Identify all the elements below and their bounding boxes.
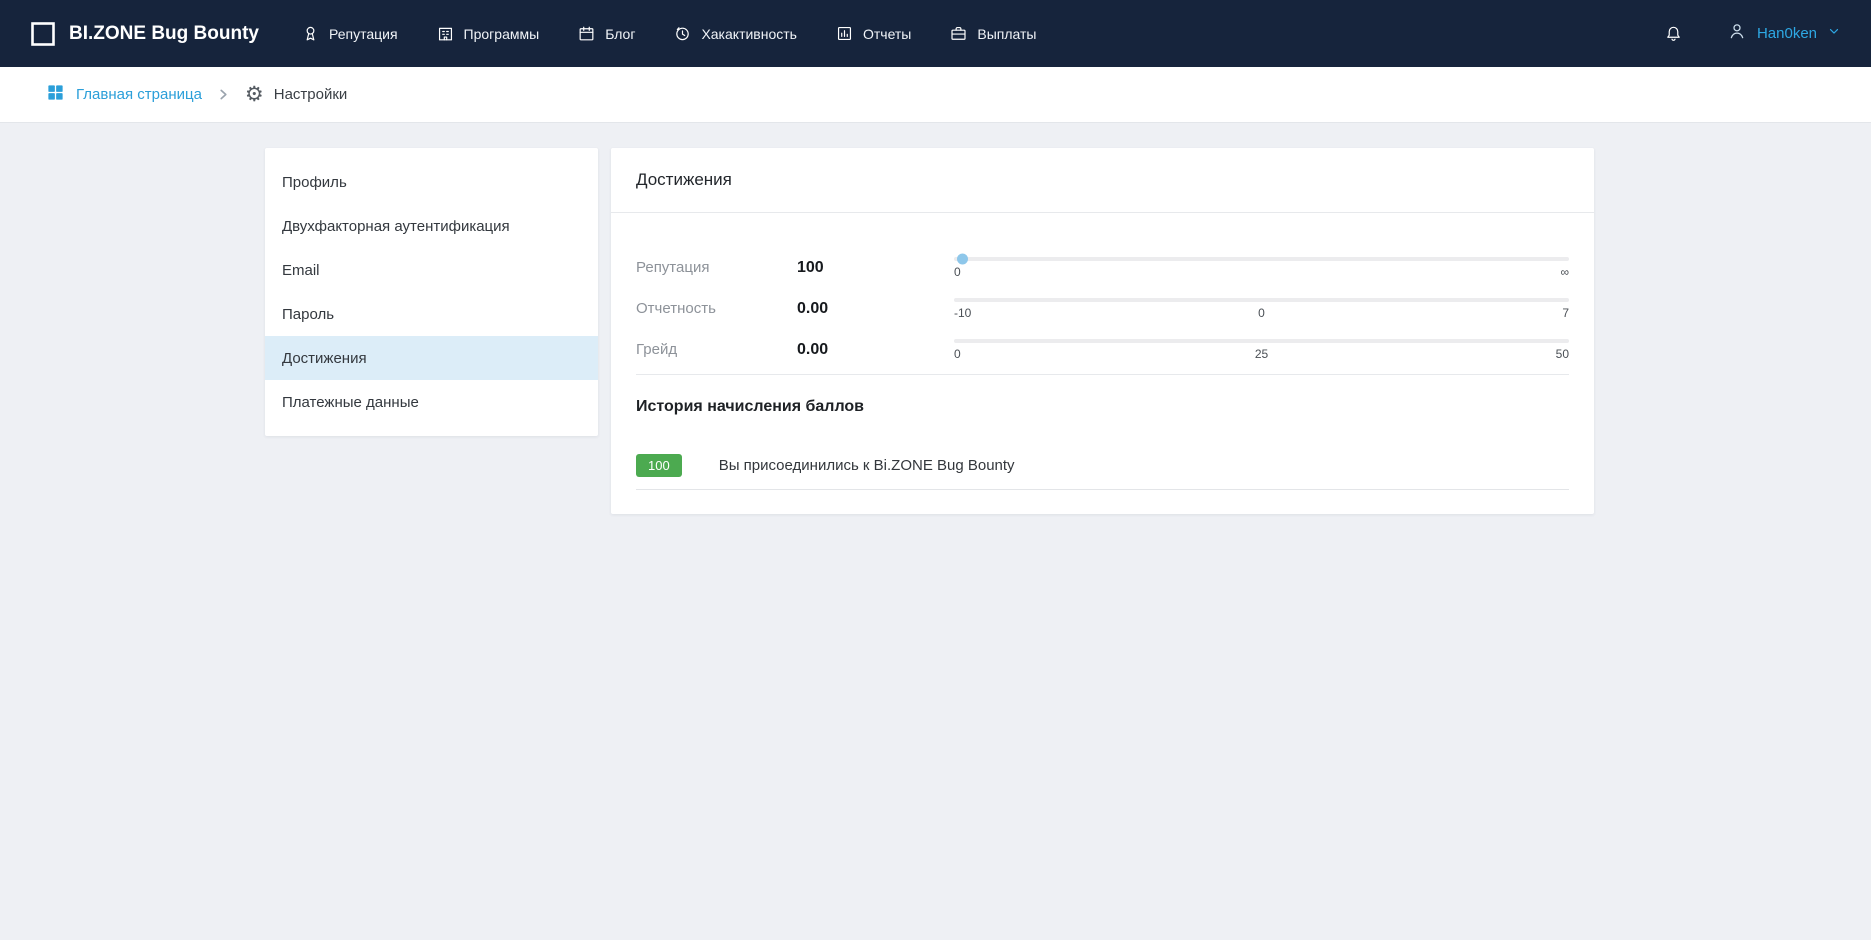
metric-value: 100 bbox=[797, 259, 954, 277]
brand-title: BI.ZONE Bug Bounty bbox=[69, 23, 259, 45]
home-grid-icon bbox=[46, 83, 65, 106]
slider-track bbox=[954, 298, 1569, 302]
grade-slider: 0 25 50 bbox=[954, 339, 1569, 361]
content-area: Профиль Двухфакторная аутентификация Ema… bbox=[0, 123, 1871, 939]
scale-max: 50 bbox=[1556, 347, 1569, 361]
reports-chart-icon bbox=[835, 24, 854, 43]
reputation-medal-icon bbox=[301, 24, 320, 43]
sidebar-item-email[interactable]: Email bbox=[265, 248, 598, 292]
slider-scale: 0 25 50 bbox=[954, 347, 1569, 361]
reputation-slider: 0 ∞ bbox=[954, 257, 1569, 279]
brand[interactable]: BI.ZONE Bug Bounty bbox=[30, 21, 259, 47]
gear-icon: ⚙ bbox=[245, 84, 264, 105]
settings-sidebar: Профиль Двухфакторная аутентификация Ema… bbox=[265, 148, 598, 436]
scale-min: 0 bbox=[954, 347, 961, 361]
scale-min: 0 bbox=[954, 265, 961, 279]
breadcrumb-home-label: Главная страница bbox=[76, 86, 202, 103]
scale-min: -10 bbox=[954, 306, 971, 320]
nav-item-activity[interactable]: Хакактивность bbox=[673, 24, 797, 43]
main-nav: Репутация Программы Блог Хакактивность О… bbox=[301, 24, 1037, 43]
breadcrumb-home-link[interactable]: Главная страница bbox=[46, 83, 202, 106]
nav-item-label: Отчеты bbox=[863, 26, 911, 42]
sidebar-item-achievements[interactable]: Достижения bbox=[265, 336, 598, 380]
sidebar-item-payment-data[interactable]: Платежные данные bbox=[265, 380, 598, 424]
metric-label: Грейд bbox=[636, 341, 797, 358]
nav-item-reports[interactable]: Отчеты bbox=[835, 24, 911, 43]
achievements-body: Репутация 100 0 ∞ Отчетность 0.00 bbox=[611, 213, 1594, 514]
chevron-down-icon bbox=[1827, 24, 1841, 43]
metric-value: 0.00 bbox=[797, 341, 954, 359]
activity-history-icon bbox=[673, 24, 692, 43]
sidebar-item-password[interactable]: Пароль bbox=[265, 292, 598, 336]
top-navbar: BI.ZONE Bug Bounty Репутация Программы Б… bbox=[0, 0, 1871, 67]
breadcrumb-current-label: Настройки bbox=[274, 86, 348, 103]
section-divider bbox=[636, 374, 1569, 375]
nav-item-label: Блог bbox=[605, 26, 635, 42]
achievements-title: Достижения bbox=[611, 148, 1594, 213]
username: Han0ken bbox=[1757, 25, 1817, 42]
nav-item-label: Репутация bbox=[329, 26, 398, 42]
nav-item-reputation[interactable]: Репутация bbox=[301, 24, 398, 43]
nav-item-label: Хакактивность bbox=[701, 26, 797, 42]
metric-label: Отчетность bbox=[636, 300, 797, 317]
nav-item-payouts[interactable]: Выплаты bbox=[949, 24, 1036, 43]
programs-building-icon bbox=[436, 24, 455, 43]
scale-mid: 25 bbox=[1255, 347, 1268, 361]
scale-max: 7 bbox=[1562, 306, 1569, 320]
metric-row-reputation: Репутация 100 0 ∞ bbox=[636, 247, 1569, 288]
bizone-logo-icon bbox=[30, 21, 56, 47]
navbar-right: Han0ken bbox=[1664, 21, 1841, 46]
reporting-slider: -10 0 7 bbox=[954, 298, 1569, 320]
metric-row-grade: Грейд 0.00 0 25 50 bbox=[636, 329, 1569, 370]
scale-mid: 0 bbox=[1258, 306, 1265, 320]
history-title: История начисления баллов bbox=[636, 398, 1569, 416]
slider-marker bbox=[957, 253, 968, 264]
user-icon bbox=[1727, 21, 1747, 46]
nav-item-label: Выплаты bbox=[977, 26, 1036, 42]
nav-item-blog[interactable]: Блог bbox=[577, 24, 635, 43]
slider-track bbox=[954, 257, 1569, 261]
blog-calendar-icon bbox=[577, 24, 596, 43]
nav-item-programs[interactable]: Программы bbox=[436, 24, 540, 43]
nav-item-label: Программы bbox=[464, 26, 540, 42]
sidebar-item-2fa[interactable]: Двухфакторная аутентификация bbox=[265, 204, 598, 248]
notifications-bell-icon[interactable] bbox=[1664, 24, 1683, 43]
metric-row-reporting: Отчетность 0.00 -10 0 7 bbox=[636, 288, 1569, 329]
slider-scale: 0 ∞ bbox=[954, 265, 1569, 279]
user-menu[interactable]: Han0ken bbox=[1727, 21, 1841, 46]
slider-scale: -10 0 7 bbox=[954, 306, 1569, 320]
breadcrumb: Главная страница ⚙ Настройки bbox=[0, 67, 1871, 123]
achievements-card: Достижения Репутация 100 0 ∞ Отчетно bbox=[611, 148, 1594, 514]
history-entry-text: Вы присоединились к Bi.ZONE Bug Bounty bbox=[719, 457, 1015, 474]
metric-value: 0.00 bbox=[797, 300, 954, 318]
sidebar-item-profile[interactable]: Профиль bbox=[265, 160, 598, 204]
points-badge: 100 bbox=[636, 454, 682, 477]
payouts-briefcase-icon bbox=[949, 24, 968, 43]
scale-max: ∞ bbox=[1560, 265, 1569, 279]
slider-track bbox=[954, 339, 1569, 343]
metric-label: Репутация bbox=[636, 259, 797, 276]
history-entry: 100 Вы присоединились к Bi.ZONE Bug Boun… bbox=[636, 454, 1569, 490]
breadcrumb-chevron-icon bbox=[218, 89, 229, 100]
breadcrumb-current: ⚙ Настройки bbox=[245, 84, 347, 105]
